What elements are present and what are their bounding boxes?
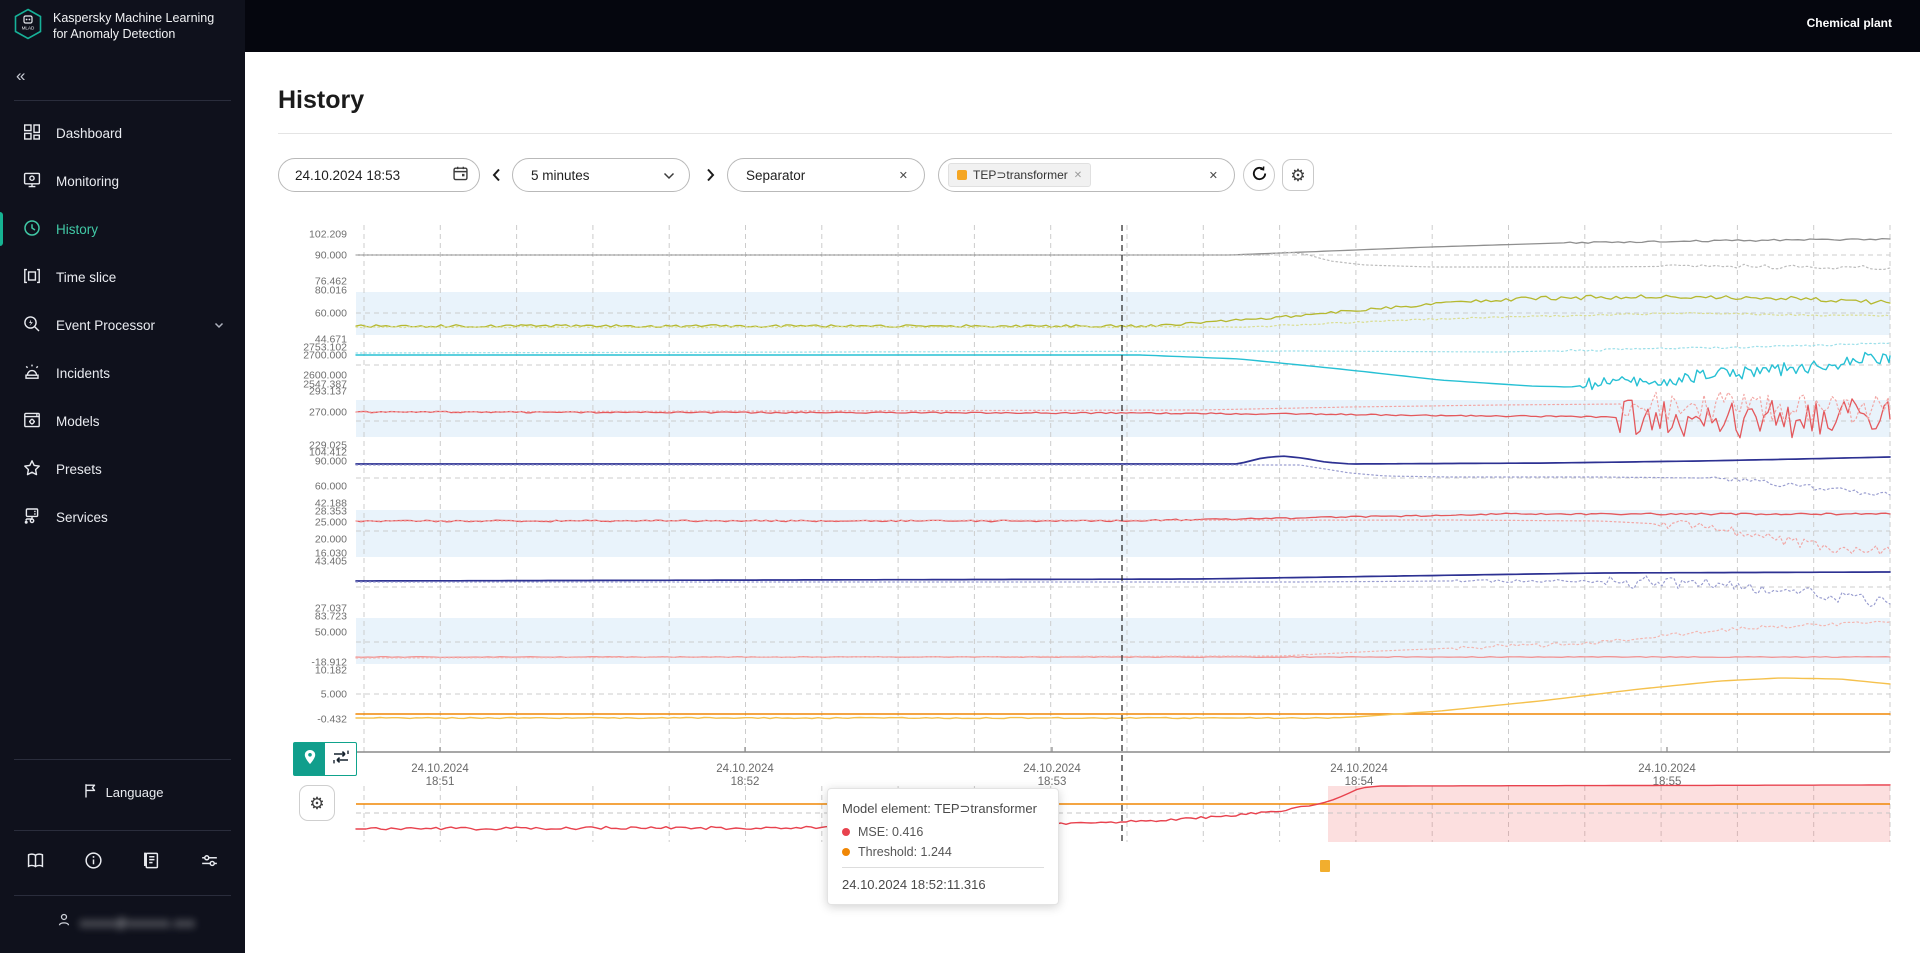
sidebar-item-services[interactable]: Services	[0, 493, 245, 541]
svg-text:20.000: 20.000	[315, 534, 347, 546]
clock-icon	[22, 218, 42, 241]
chevron-down-icon[interactable]	[213, 319, 225, 334]
app-title: Kaspersky Machine Learning for Anomaly D…	[53, 11, 215, 41]
sidebar-footer: Language xxxxx@xxxxxx.xxx	[0, 753, 245, 953]
top-bar: Chemical plant	[0, 0, 1920, 52]
siren-icon	[22, 362, 42, 385]
sidebar-item-monitoring[interactable]: Monitoring	[0, 157, 245, 205]
sidebar-item-time-slice[interactable]: Time slice	[0, 253, 245, 301]
svg-text:MLAD: MLAD	[22, 25, 35, 30]
info-icon[interactable]	[78, 845, 108, 875]
mse-chart-layer	[355, 784, 1891, 872]
svg-text:293.137: 293.137	[309, 386, 347, 398]
tooltip-model-element: Model element: TEP⊃transformer	[842, 801, 1037, 816]
svg-text:25.000: 25.000	[315, 517, 347, 529]
mse-settings-button[interactable]: ⚙	[299, 785, 335, 821]
app-root: Chemical plant MLAD Kaspersky Machine Le…	[0, 0, 1920, 953]
mlad-logo-icon: MLAD	[13, 8, 43, 45]
svg-text:60.000: 60.000	[315, 308, 347, 320]
sidebar: MLAD Kaspersky Machine Learning for Anom…	[0, 0, 245, 953]
svg-text:43.405: 43.405	[315, 556, 347, 568]
sidebar-item-presets[interactable]: Presets	[0, 445, 245, 493]
models-icon	[22, 410, 42, 433]
location-pin-icon	[303, 749, 317, 770]
svg-text:270.000: 270.000	[309, 407, 347, 419]
sidebar-item-dashboard[interactable]: Dashboard	[0, 109, 245, 157]
sidebar-collapse-button[interactable]: «	[0, 52, 40, 94]
svg-text:10.182: 10.182	[315, 665, 347, 677]
tooltip-divider	[842, 867, 1044, 868]
svg-text:-0.432: -0.432	[317, 714, 347, 726]
compare-mode-button[interactable]	[325, 743, 356, 775]
chart-tooltip: Model element: TEP⊃transformer MSE: 0.41…	[827, 788, 1059, 905]
threshold-dot-icon	[842, 848, 850, 856]
services-icon	[22, 506, 42, 529]
svg-text:24.10.202418:53: 24.10.2024 18:53	[1023, 763, 1081, 788]
tooltip-threshold-row: Threshold: 1.244	[842, 845, 1044, 859]
swap-arrows-icon	[332, 749, 350, 770]
svg-text:90.000: 90.000	[315, 456, 347, 468]
monitor-icon	[22, 170, 42, 193]
svg-text:2700.000: 2700.000	[303, 350, 347, 362]
sidebar-item-history[interactable]: History	[0, 205, 245, 253]
chart-mode-toggle	[293, 742, 357, 776]
settings-sliders-icon[interactable]	[195, 845, 225, 875]
pin-mode-button[interactable]	[294, 743, 325, 775]
brand: MLAD Kaspersky Machine Learning for Anom…	[0, 0, 245, 52]
dashboard-icon	[22, 122, 42, 145]
gear-icon: ⚙	[309, 793, 325, 813]
svg-text:24.10.202418:54: 24.10.2024 18:54	[1330, 763, 1388, 788]
tooltip-timestamp: 24.10.2024 18:52:11.316	[842, 877, 986, 892]
sidebar-item-event-processor[interactable]: Event Processor	[0, 301, 245, 349]
tooltip-mse-row: MSE: 0.416	[842, 825, 1044, 839]
svg-text:60.000: 60.000	[315, 481, 347, 493]
svg-text:80.016: 80.016	[315, 285, 347, 297]
event-processor-icon	[22, 314, 42, 337]
sidebar-nav: Dashboard Monitoring History Time slice …	[0, 109, 245, 541]
time-slice-icon	[22, 266, 42, 289]
svg-text:102.209: 102.209	[309, 229, 347, 241]
flag-icon	[82, 782, 98, 802]
language-button[interactable]: Language	[0, 760, 245, 824]
svg-text:90.000: 90.000	[315, 250, 347, 262]
user-icon	[56, 912, 72, 933]
environment-name: Chemical plant	[1806, 16, 1892, 30]
svg-text:24.10.202418:51: 24.10.2024 18:51	[411, 763, 469, 788]
star-icon	[22, 458, 42, 481]
user-email: xxxxx@xxxxxx.xxx	[80, 915, 196, 930]
svg-text:24.10.202418:52: 24.10.2024 18:52	[716, 763, 774, 788]
svg-text:24.10.202418:55: 24.10.2024 18:55	[1638, 763, 1696, 788]
svg-text:83.723: 83.723	[315, 611, 347, 623]
svg-text:5.000: 5.000	[321, 689, 347, 701]
svg-text:50.000: 50.000	[315, 627, 347, 639]
sidebar-item-models[interactable]: Models	[0, 397, 245, 445]
sidebar-divider	[14, 100, 231, 101]
docs-book-icon[interactable]	[20, 845, 50, 875]
mse-dot-icon	[842, 828, 850, 836]
release-notes-icon[interactable]	[137, 845, 167, 875]
sidebar-item-incidents[interactable]: Incidents	[0, 349, 245, 397]
footer-icon-row	[0, 831, 245, 889]
user-account[interactable]: xxxxx@xxxxxx.xxx	[0, 896, 245, 953]
